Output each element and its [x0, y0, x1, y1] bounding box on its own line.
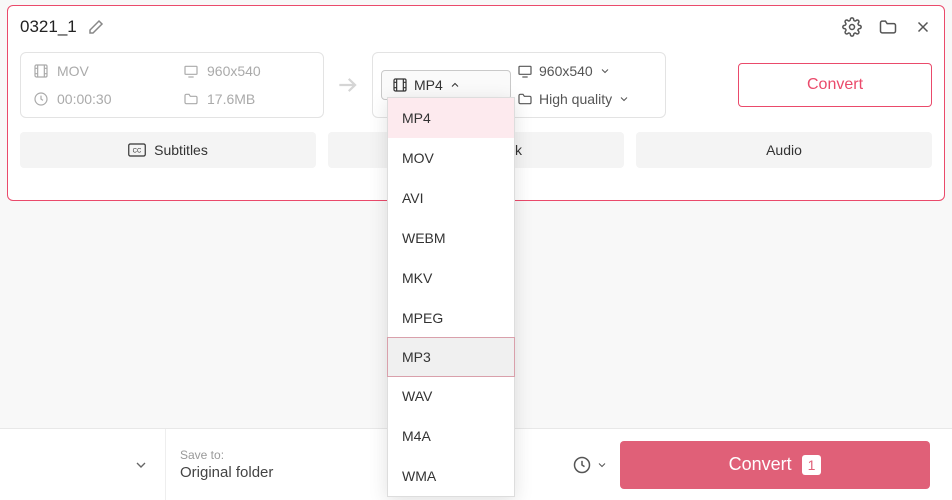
footer-collapse[interactable] [0, 429, 166, 500]
chevron-down-icon [596, 459, 608, 471]
format-select-button[interactable]: MP4 [381, 70, 511, 100]
clock-icon [572, 455, 592, 475]
tab-audio-label: Audio [766, 142, 802, 158]
convert-count-badge: 1 [802, 455, 822, 475]
edit-icon[interactable] [87, 18, 105, 36]
tab-audio[interactable]: Audio [636, 132, 932, 168]
format-option-wma[interactable]: WMA [388, 456, 514, 496]
tab-subtitles[interactable]: CC Subtitles [20, 132, 316, 168]
gear-icon[interactable] [842, 17, 862, 37]
src-size-label: 17.6MB [207, 91, 255, 107]
quality-label: High quality [539, 91, 612, 107]
convert-button[interactable]: Convert [738, 63, 932, 107]
src-size: 17.6MB [183, 91, 311, 107]
src-format-label: MOV [57, 63, 89, 79]
screen-icon [183, 63, 199, 79]
format-option-webm[interactable]: WEBM [388, 218, 514, 258]
tab-subtitles-label: Subtitles [154, 142, 208, 158]
convert-all-button[interactable]: Convert 1 [620, 441, 930, 489]
format-option-wav[interactable]: WAV [388, 376, 514, 416]
folder-small-icon [183, 91, 199, 107]
convert-all-label: Convert [729, 454, 792, 475]
src-format: MOV [33, 63, 183, 79]
format-option-avi[interactable]: AVI [388, 178, 514, 218]
screen-icon [517, 63, 533, 79]
format-dropdown[interactable]: MP4MOVAVIWEBMMKVMPEGMP3WAVM4AWMA [387, 97, 515, 497]
film-icon [392, 77, 408, 93]
chevron-down-icon [618, 93, 630, 105]
folder-small-icon [517, 91, 533, 107]
src-resolution: 960x540 [183, 63, 311, 79]
resolution-select[interactable]: 960x540 [517, 63, 657, 79]
schedule-button[interactable] [560, 455, 620, 475]
chevron-up-icon [449, 79, 461, 91]
arrow-right-icon [324, 72, 372, 98]
film-icon [33, 63, 49, 79]
source-info: MOV 960x540 00:00:30 17.6MB [20, 52, 324, 118]
cc-icon: CC [128, 143, 146, 157]
resolution-label: 960x540 [539, 63, 593, 79]
chevron-down-icon [133, 457, 149, 473]
file-title: 0321_1 [20, 17, 77, 37]
format-option-m4a[interactable]: M4A [388, 416, 514, 456]
format-option-mkv[interactable]: MKV [388, 258, 514, 298]
src-duration-label: 00:00:30 [57, 91, 112, 107]
folder-icon[interactable] [878, 17, 898, 37]
card-header: 0321_1 [8, 6, 944, 48]
svg-text:CC: CC [133, 148, 142, 154]
src-duration: 00:00:30 [33, 91, 183, 107]
format-option-mov[interactable]: MOV [388, 138, 514, 178]
format-select-label: MP4 [414, 77, 443, 93]
clock-icon [33, 91, 49, 107]
format-option-mp4[interactable]: MP4 [388, 98, 514, 138]
close-icon[interactable] [914, 18, 932, 36]
format-option-mp3[interactable]: MP3 [387, 337, 515, 377]
chevron-down-icon [599, 65, 611, 77]
format-option-mpeg[interactable]: MPEG [388, 298, 514, 338]
quality-select[interactable]: High quality [517, 91, 657, 107]
src-resolution-label: 960x540 [207, 63, 261, 79]
